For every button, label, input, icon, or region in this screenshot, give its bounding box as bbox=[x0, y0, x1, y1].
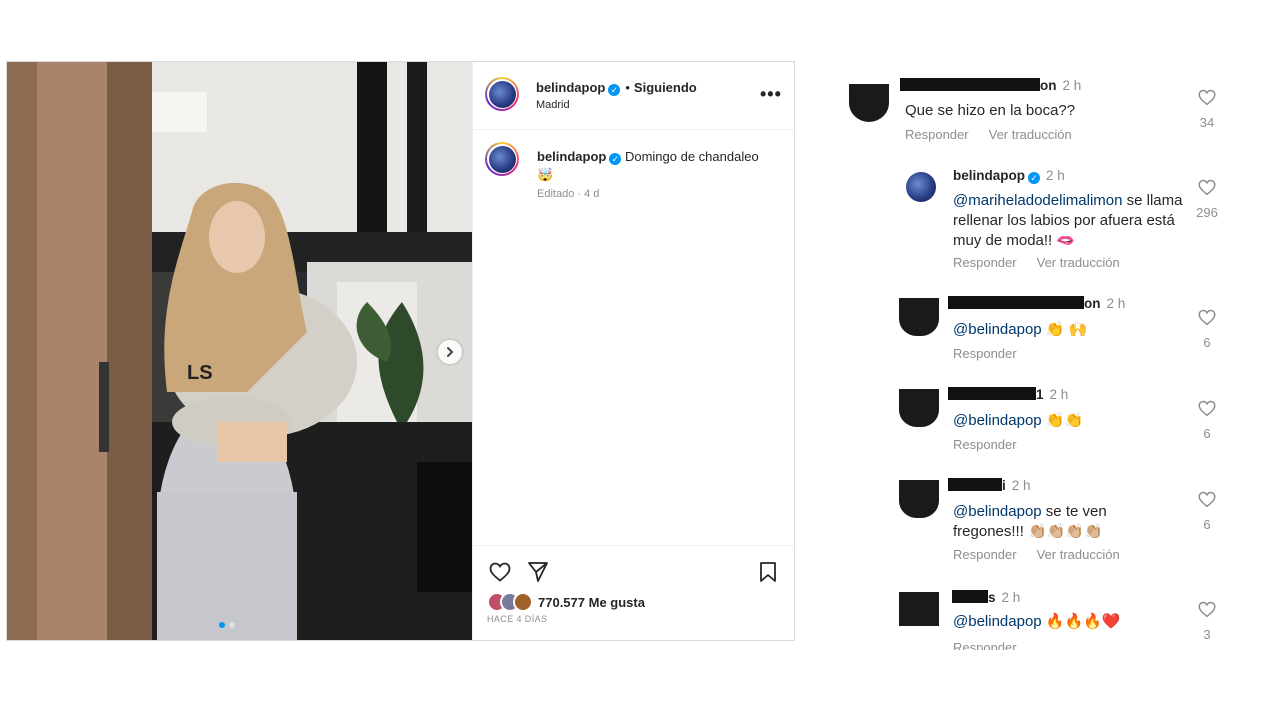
comment-item: s 2 h @belindapop 🔥🔥🔥❤️ Responder 3 bbox=[840, 584, 1280, 650]
redacted-avatar[interactable] bbox=[899, 298, 939, 336]
comment-avatar[interactable] bbox=[906, 172, 936, 202]
comment-like-count: 3 bbox=[1203, 627, 1211, 642]
heart-icon[interactable] bbox=[1197, 491, 1217, 512]
comment-time: 2 h bbox=[1106, 296, 1126, 311]
comment-thread: on 2 h Que se hizo en la boca?? Responder… bbox=[840, 70, 1280, 650]
comment-like-count: 6 bbox=[1203, 426, 1211, 441]
heart-icon[interactable] bbox=[488, 560, 512, 589]
caption-avatar[interactable] bbox=[485, 142, 519, 176]
likes-label: Me gusta bbox=[588, 594, 645, 610]
comment-text: 🔥🔥🔥❤️ bbox=[1041, 613, 1121, 630]
share-icon[interactable] bbox=[526, 560, 550, 589]
redacted-username bbox=[948, 296, 1084, 309]
sweatshirt-text: LS bbox=[187, 362, 213, 384]
following-button[interactable]: Siguiendo bbox=[634, 80, 697, 95]
heart-icon[interactable] bbox=[1197, 309, 1217, 330]
comment-like-count: 34 bbox=[1199, 115, 1215, 130]
reply-button[interactable]: Responder bbox=[953, 437, 1017, 452]
likes-row[interactable]: 770.577 Me gusta bbox=[487, 592, 645, 612]
post-header: belindapop ✓ • Siguiendo Madrid ••• bbox=[473, 62, 795, 130]
chevron-right-icon bbox=[444, 346, 456, 358]
likes-count: 770.577 bbox=[538, 594, 585, 610]
heart-icon[interactable] bbox=[1197, 400, 1217, 421]
comment-time: 2 h bbox=[1011, 478, 1031, 493]
comment-like[interactable]: 6 bbox=[1192, 308, 1222, 350]
redacted-username bbox=[948, 387, 1036, 400]
comment-item: 1 2 h @belindapop 👏👏 Responder 6 bbox=[840, 383, 1280, 463]
comment-like[interactable]: 6 bbox=[1192, 399, 1222, 441]
comment-like[interactable]: 6 bbox=[1192, 490, 1222, 532]
post-photo[interactable]: LS bbox=[7, 62, 472, 640]
verified-badge-icon: ✓ bbox=[1028, 172, 1040, 184]
reply-button[interactable]: Responder bbox=[953, 346, 1017, 361]
heart-icon[interactable] bbox=[1197, 601, 1217, 622]
post-actions: 770.577 Me gusta HACE 4 DÍAS bbox=[473, 545, 795, 641]
post-side-panel: belindapop ✓ • Siguiendo Madrid ••• belinda… bbox=[472, 62, 795, 640]
redacted-avatar[interactable] bbox=[899, 592, 939, 626]
carousel-dot bbox=[219, 622, 225, 628]
see-translation-button[interactable]: Ver traducción bbox=[1037, 547, 1120, 562]
redacted-avatar[interactable] bbox=[899, 480, 939, 518]
reply-button[interactable]: Responder bbox=[953, 640, 1017, 650]
post-card: LS belindapop ✓ • Siguiendo Madrid ••• b… bbox=[6, 61, 795, 641]
reply-button[interactable]: Responder bbox=[953, 547, 1017, 562]
comment-time: 2 h bbox=[1046, 168, 1065, 183]
post-timestamp: HACE 4 DÍAS bbox=[487, 614, 548, 624]
redacted-avatar[interactable] bbox=[849, 84, 889, 122]
comment-username[interactable]: belindapop bbox=[953, 168, 1025, 183]
comment-username[interactable]: 1 bbox=[1036, 387, 1044, 402]
comment-mention[interactable]: @mariheladodelimalimon bbox=[953, 192, 1122, 209]
verified-badge-icon: ✓ bbox=[608, 84, 621, 96]
comment-text: 👏👏 bbox=[1041, 412, 1084, 429]
comment-like-count: 6 bbox=[1203, 517, 1211, 532]
redacted-username bbox=[900, 78, 1040, 91]
comment-text: 👏 🙌 bbox=[1041, 321, 1088, 338]
comment-mention[interactable]: @belindapop bbox=[953, 321, 1042, 338]
caption-edited-label: Editado · 4 d bbox=[537, 188, 600, 200]
comment-text: Que se hizo en la boca?? bbox=[905, 102, 1076, 119]
post-location[interactable]: Madrid bbox=[536, 99, 570, 111]
bookmark-icon[interactable] bbox=[756, 560, 780, 589]
comment-mention[interactable]: @belindapop bbox=[953, 503, 1042, 520]
comment-item: belindapop ✓ 2 h @mariheladodelimalimon se… bbox=[840, 162, 1280, 282]
comment-username[interactable]: i bbox=[1002, 478, 1006, 493]
comment-time: 2 h bbox=[1049, 387, 1069, 402]
see-translation-button[interactable]: Ver traducción bbox=[989, 127, 1072, 142]
comment-item: on 2 h Que se hizo en la boca?? Responder… bbox=[840, 70, 1280, 150]
caption-username[interactable]: belindapop bbox=[537, 149, 606, 164]
post-photo-illustration: LS bbox=[7, 62, 472, 640]
comment-item: i2 h @belindapop se te ven fregones!!! 👏… bbox=[840, 474, 1280, 574]
heart-icon[interactable] bbox=[1197, 179, 1217, 200]
redacted-avatar[interactable] bbox=[899, 389, 939, 427]
redacted-username bbox=[952, 590, 988, 603]
comment-mention[interactable]: @belindapop bbox=[953, 412, 1042, 429]
heart-icon[interactable] bbox=[1197, 89, 1217, 110]
comment-item: on 2 h @belindapop 👏 🙌 Responder 6 bbox=[840, 292, 1280, 372]
verified-badge-icon: ✓ bbox=[609, 153, 622, 165]
comment-like-count: 6 bbox=[1203, 335, 1211, 350]
redacted-username bbox=[948, 478, 1002, 491]
more-options-icon[interactable]: ••• bbox=[760, 84, 782, 105]
comment-time: 2 h bbox=[1062, 78, 1082, 93]
comment-time: 2 h bbox=[1001, 590, 1021, 605]
comment-like[interactable]: 3 bbox=[1192, 600, 1222, 642]
comment-mention[interactable]: @belindapop bbox=[953, 613, 1042, 630]
comment-like[interactable]: 296 bbox=[1192, 178, 1222, 220]
comment-username[interactable]: on bbox=[1040, 78, 1057, 93]
author-avatar[interactable] bbox=[485, 77, 519, 111]
author-username[interactable]: belindapop bbox=[536, 80, 605, 95]
separator-dot: • bbox=[625, 80, 630, 95]
carousel-dot bbox=[229, 622, 235, 628]
liker-avatar bbox=[513, 592, 533, 612]
reply-button[interactable]: Responder bbox=[905, 127, 969, 142]
comment-username[interactable]: s bbox=[988, 590, 996, 605]
next-slide-button[interactable] bbox=[438, 340, 462, 364]
carousel-indicator bbox=[219, 622, 235, 628]
comment-like-count: 296 bbox=[1196, 205, 1218, 220]
reply-button[interactable]: Responder bbox=[953, 255, 1017, 270]
comment-username[interactable]: on bbox=[1084, 296, 1101, 311]
see-translation-button[interactable]: Ver traducción bbox=[1037, 255, 1120, 270]
comment-like[interactable]: 34 bbox=[1192, 88, 1222, 130]
